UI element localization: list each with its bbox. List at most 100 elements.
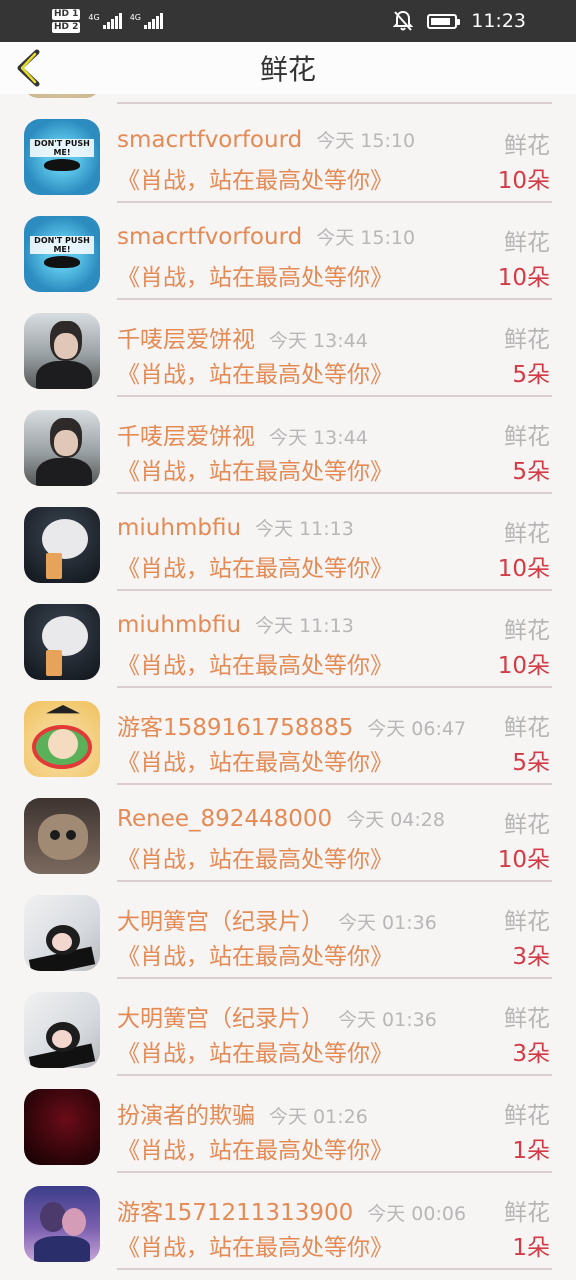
gift-type: 鲜花 bbox=[504, 715, 550, 741]
user-name: 扮演者的欺骗 今天 01:26 bbox=[117, 1103, 368, 1129]
gift-count: 10朵 bbox=[497, 265, 550, 291]
gift-time: 今天 01:36 bbox=[338, 912, 437, 934]
gift-message: 《肖战，站在最高处等你》 bbox=[117, 1235, 393, 1261]
gift-count: 5朵 bbox=[512, 362, 550, 388]
gift-count: 3朵 bbox=[512, 944, 550, 970]
divider bbox=[117, 102, 552, 104]
signal-indicators: HD 1 HD 2 4G 4G bbox=[52, 6, 163, 36]
status-bar: HD 1 HD 2 4G 4G 11:23 bbox=[0, 0, 576, 42]
nav-header: 鲜花 bbox=[0, 42, 576, 94]
gift-time: 今天 13:44 bbox=[269, 427, 368, 449]
avatar[interactable] bbox=[24, 410, 100, 486]
status-right: 11:23 bbox=[393, 0, 526, 42]
gift-message: 《肖战，站在最高处等你》 bbox=[117, 847, 393, 873]
divider bbox=[117, 1268, 552, 1270]
bell-off-icon bbox=[393, 10, 414, 31]
signal-2-icon: 4G bbox=[130, 13, 163, 29]
gift-time: 今天 15:10 bbox=[316, 227, 416, 249]
avatar[interactable]: DON'T PUSH ME! bbox=[24, 119, 100, 195]
signal-1-icon: 4G bbox=[88, 13, 122, 29]
gift-message: 《肖战，站在最高处等你》 bbox=[117, 653, 393, 679]
avatar[interactable] bbox=[24, 798, 100, 874]
user-name: 大明簧宫（纪录片） 今天 01:36 bbox=[117, 1006, 437, 1032]
list-item[interactable]: miuhmbfiu 今天 11:13 鲜花《肖战，站在最高处等你》 10朵 bbox=[0, 494, 576, 591]
gift-message: 《肖战，站在最高处等你》 bbox=[117, 265, 393, 291]
gift-time: 今天 01:36 bbox=[338, 1009, 437, 1031]
gift-message: 《肖战，站在最高处等你》 bbox=[117, 944, 393, 970]
gift-message: 《肖战，站在最高处等你》 bbox=[117, 750, 393, 776]
list-item[interactable]: Renee_892448000 今天 04:28 鲜花《肖战，站在最高处等你》 10朵 bbox=[0, 785, 576, 882]
gift-count: 5朵 bbox=[512, 459, 550, 485]
gift-count: 10朵 bbox=[497, 556, 550, 582]
gift-count: 10朵 bbox=[497, 847, 550, 873]
gift-count: 3朵 bbox=[512, 1041, 550, 1067]
gift-time: 今天 06:47 bbox=[367, 718, 467, 740]
list-item[interactable]: 大明簧宫（纪录片） 今天 01:36 鲜花《肖战，站在最高处等你》 3朵 bbox=[0, 979, 576, 1076]
gift-type: 鲜花 bbox=[504, 1103, 550, 1129]
hd-badge-2: HD 2 bbox=[52, 22, 81, 33]
user-name: smacrtfvorfourd 今天 15:10 bbox=[117, 127, 416, 153]
gift-type: 鲜花 bbox=[504, 133, 550, 159]
hd-badges: HD 1 HD 2 bbox=[52, 9, 81, 33]
avatar[interactable] bbox=[24, 992, 100, 1068]
avatar[interactable] bbox=[24, 507, 100, 583]
gift-message: 《肖战，站在最高处等你》 bbox=[117, 362, 393, 388]
gift-type: 鲜花 bbox=[504, 618, 550, 644]
list-item[interactable]: DON'T PUSH ME! smacrtfvorfourd 今天 15:10 鲜花《… bbox=[0, 203, 576, 300]
gift-type: 鲜花 bbox=[504, 1200, 550, 1226]
gift-count: 1朵 bbox=[512, 1138, 550, 1164]
gift-time: 今天 13:44 bbox=[269, 330, 368, 352]
gift-time: 今天 15:10 bbox=[316, 130, 416, 152]
avatar[interactable] bbox=[24, 1089, 100, 1165]
user-name: 大明簧宫（纪录片） 今天 01:36 bbox=[117, 909, 437, 935]
gift-type: 鲜花 bbox=[504, 1006, 550, 1032]
list-item[interactable]: 扮演者的欺骗 今天 01:26 鲜花《肖战，站在最高处等你》 1朵 bbox=[0, 1076, 576, 1173]
hd-badge-1: HD 1 bbox=[52, 9, 81, 20]
gift-message: 《肖战，站在最高处等你》 bbox=[117, 556, 393, 582]
list-item[interactable]: 游客1571211313900 今天 00:06 鲜花《肖战，站在最高处等你》 1朵 bbox=[0, 1173, 576, 1270]
avatar[interactable] bbox=[24, 604, 100, 680]
gift-count: 5朵 bbox=[512, 750, 550, 776]
user-name: 游客1571211313900 今天 00:06 bbox=[117, 1200, 467, 1226]
list-item[interactable]: 游客1589161758885 今天 06:47 鲜花《肖战，站在最高处等你》 5朵 bbox=[0, 688, 576, 785]
list-item[interactable]: 大明簧宫（纪录片） 今天 01:36 鲜花《肖战，站在最高处等你》 3朵 bbox=[0, 882, 576, 979]
avatar[interactable] bbox=[24, 1186, 100, 1262]
gift-type: 鲜花 bbox=[504, 424, 550, 450]
gift-type: 鲜花 bbox=[504, 230, 550, 256]
avatar bbox=[24, 94, 100, 98]
gift-type: 鲜花 bbox=[504, 909, 550, 935]
user-name: Renee_892448000 今天 04:28 bbox=[117, 806, 445, 832]
user-name: miuhmbfiu 今天 11:13 bbox=[117, 612, 354, 638]
list-item-partial bbox=[0, 94, 576, 106]
user-name: 游客1589161758885 今天 06:47 bbox=[117, 715, 467, 741]
gift-message: 《肖战，站在最高处等你》 bbox=[117, 168, 393, 194]
page-title: 鲜花 bbox=[259, 53, 316, 86]
battery-icon bbox=[427, 13, 461, 29]
gift-time: 今天 01:26 bbox=[269, 1106, 368, 1128]
gift-message: 《肖战，站在最高处等你》 bbox=[117, 1041, 393, 1067]
user-name: 千唛层爱饼视 今天 13:44 bbox=[117, 327, 368, 353]
gift-time: 今天 11:13 bbox=[255, 615, 354, 637]
gift-time: 今天 04:28 bbox=[346, 809, 445, 831]
gift-message: 《肖战，站在最高处等你》 bbox=[117, 459, 393, 485]
list-item[interactable]: 千唛层爱饼视 今天 13:44 鲜花《肖战，站在最高处等你》 5朵 bbox=[0, 397, 576, 494]
gift-type: 鲜花 bbox=[504, 521, 550, 547]
avatar[interactable] bbox=[24, 895, 100, 971]
user-name: miuhmbfiu 今天 11:13 bbox=[117, 515, 354, 541]
gift-list[interactable]: DON'T PUSH ME! smacrtfvorfourd 今天 15:10 鲜花《… bbox=[0, 94, 576, 1280]
avatar[interactable] bbox=[24, 701, 100, 777]
list-item[interactable]: miuhmbfiu 今天 11:13 鲜花《肖战，站在最高处等你》 10朵 bbox=[0, 591, 576, 688]
gift-message: 《肖战，站在最高处等你》 bbox=[117, 1138, 393, 1164]
gift-count: 10朵 bbox=[497, 168, 550, 194]
user-name: smacrtfvorfourd 今天 15:10 bbox=[117, 224, 416, 250]
list-item[interactable]: DON'T PUSH ME! smacrtfvorfourd 今天 15:10 鲜花《… bbox=[0, 106, 576, 203]
user-name: 千唛层爱饼视 今天 13:44 bbox=[117, 424, 368, 450]
avatar[interactable]: DON'T PUSH ME! bbox=[24, 216, 100, 292]
gift-count: 10朵 bbox=[497, 653, 550, 679]
gift-type: 鲜花 bbox=[504, 812, 550, 838]
list-item[interactable]: 千唛层爱饼视 今天 13:44 鲜花 《肖战，站在最高处等你》 5朵 bbox=[0, 300, 576, 397]
gift-count: 1朵 bbox=[512, 1235, 550, 1261]
status-time: 11:23 bbox=[471, 10, 526, 32]
gift-time: 今天 00:06 bbox=[367, 1203, 467, 1225]
avatar[interactable] bbox=[24, 313, 100, 389]
